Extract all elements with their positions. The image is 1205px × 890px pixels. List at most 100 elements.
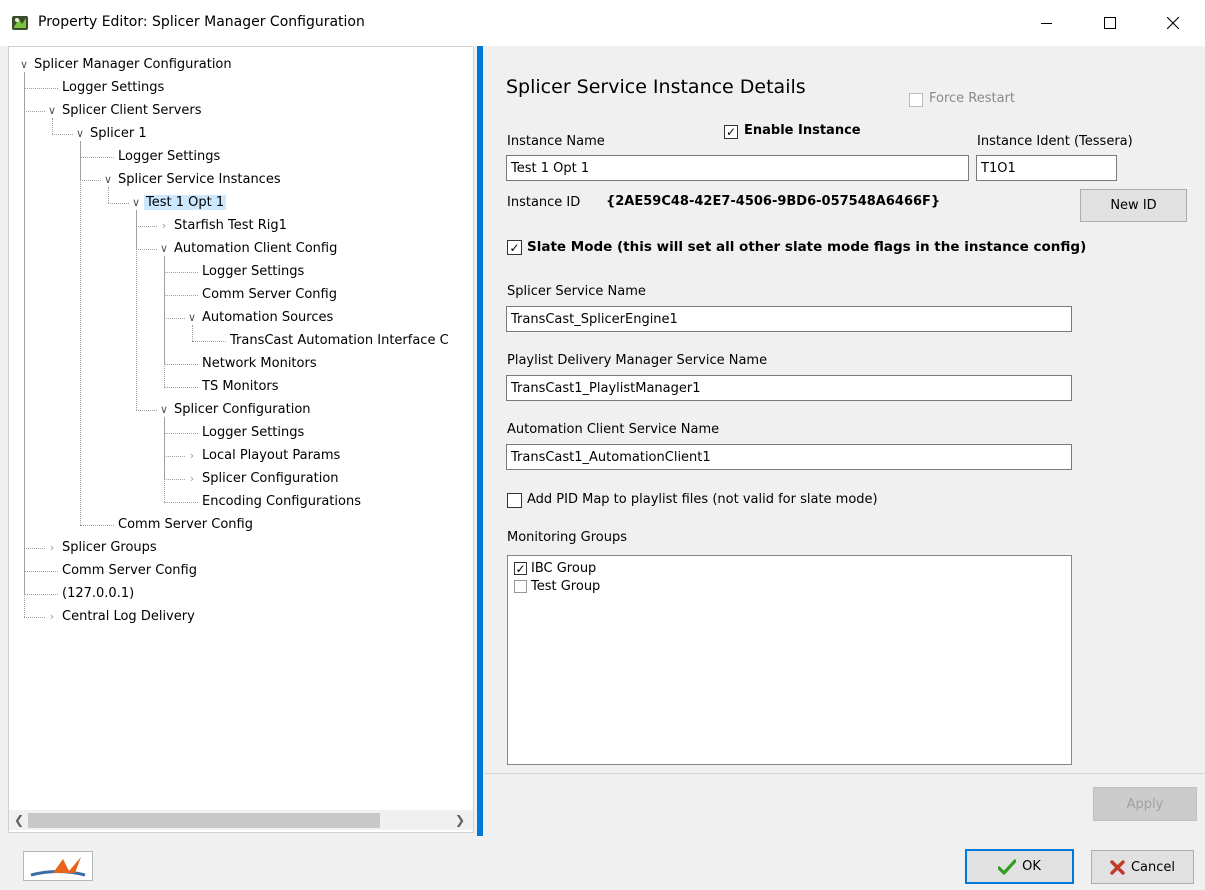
tree-connector-line: [80, 157, 114, 158]
tree-item-splicer-groups[interactable]: › Splicer Groups: [50, 537, 159, 559]
tree-connector-line: [164, 318, 185, 319]
tree-item-comm-server-config[interactable]: Comm Server Config: [116, 514, 255, 536]
force-restart-checkbox[interactable]: [909, 93, 923, 107]
collapse-arrow-icon[interactable]: ∨: [159, 238, 169, 260]
details-divider: [484, 773, 1205, 774]
tree-item-label: Splicer Configuration: [202, 471, 339, 486]
minimize-icon: [1041, 23, 1052, 24]
tree-item-label: TS Monitors: [202, 379, 279, 394]
tree-item-central-log-delivery[interactable]: › Central Log Delivery: [50, 606, 197, 628]
tree-item-splicer-client-servers[interactable]: ∨ Splicer Client Servers: [48, 100, 204, 122]
expand-arrow-icon[interactable]: ›: [47, 537, 57, 559]
cancel-x-icon: [1110, 859, 1125, 875]
scroll-right-icon[interactable]: ❯: [452, 812, 468, 828]
tree-item-encoding-configurations[interactable]: Encoding Configurations: [200, 491, 363, 513]
app-logo-icon: [12, 16, 28, 30]
tree-item-local-playout-params[interactable]: › Local Playout Params: [190, 445, 342, 467]
tree-item-splicer-configuration[interactable]: › Splicer Configuration: [190, 468, 341, 490]
collapse-arrow-icon[interactable]: ∨: [187, 307, 197, 329]
slate-mode-checkbox[interactable]: ✓: [507, 240, 522, 255]
instance-ident-label: Instance Ident (Tessera): [977, 134, 1133, 149]
tree-item-splicer-configuration[interactable]: ∨ Splicer Configuration: [160, 399, 313, 421]
monitoring-groups-list[interactable]: ✓ IBC Group Test Group: [507, 555, 1072, 765]
pid-map-checkbox[interactable]: [507, 493, 522, 508]
tree-connector-line: [164, 272, 198, 273]
ok-button[interactable]: OK: [965, 849, 1074, 884]
tree-item-label: TransCast Automation Interface C: [230, 333, 449, 348]
apply-button[interactable]: Apply: [1093, 787, 1197, 821]
instance-name-input[interactable]: [506, 155, 969, 181]
window-title: Property Editor: Splicer Manager Configu…: [38, 14, 365, 30]
automation-client-label: Automation Client Service Name: [507, 422, 720, 437]
tree-item-automation-sources[interactable]: ∨ Automation Sources: [188, 307, 335, 329]
collapse-arrow-icon[interactable]: ∨: [75, 123, 85, 145]
tree-connector-line: [24, 617, 45, 618]
tree-connector-line: [164, 479, 185, 480]
tree-item-label: (127.0.0.1): [62, 586, 135, 601]
tree-item-label: Comm Server Config: [62, 563, 197, 578]
playlist-delivery-input[interactable]: [506, 375, 1072, 401]
splicer-service-name-input[interactable]: [506, 306, 1072, 332]
tree-item-comm-server-config[interactable]: Comm Server Config: [60, 560, 199, 582]
tree-connector-line: [164, 502, 198, 503]
tree-connector-line: [164, 256, 165, 387]
minimize-button[interactable]: [1024, 0, 1070, 46]
collapse-arrow-icon[interactable]: ∨: [19, 54, 29, 76]
tree-connector-line: [80, 525, 114, 526]
collapse-arrow-icon[interactable]: ∨: [131, 192, 141, 214]
tree-item-transcast-automation-interface-c[interactable]: TransCast Automation Interface C: [228, 330, 451, 352]
monitoring-groups-label: Monitoring Groups: [507, 530, 628, 545]
new-id-button[interactable]: New ID: [1080, 189, 1187, 222]
monitoring-group-checkbox[interactable]: ✓: [514, 562, 527, 575]
tree-connector-line: [164, 433, 198, 434]
enable-instance-checkbox[interactable]: ✓: [724, 125, 738, 139]
tree-connector-line: [24, 594, 58, 595]
checkmark-icon: [998, 858, 1017, 875]
collapse-arrow-icon[interactable]: ∨: [103, 169, 113, 191]
tree-item-network-monitors[interactable]: Network Monitors: [200, 353, 319, 375]
tree-item-logger-settings[interactable]: Logger Settings: [200, 261, 306, 283]
automation-client-input[interactable]: [506, 444, 1072, 470]
tree-item-automation-client-config[interactable]: ∨ Automation Client Config: [160, 238, 339, 260]
tree-item-starfish-test-rig1[interactable]: › Starfish Test Rig1: [162, 215, 289, 237]
expand-arrow-icon[interactable]: ›: [47, 606, 57, 628]
collapse-arrow-icon[interactable]: ∨: [159, 399, 169, 421]
tree-connector-line: [24, 88, 58, 89]
tree-item-logger-settings[interactable]: Logger Settings: [60, 77, 166, 99]
tree-item-ts-monitors[interactable]: TS Monitors: [200, 376, 281, 398]
scrollbar-thumb[interactable]: [28, 813, 380, 828]
tree-item-comm-server-config[interactable]: Comm Server Config: [200, 284, 339, 306]
panel-splitter[interactable]: [477, 46, 483, 836]
tree-item-test-1-opt-1[interactable]: ∨ Test 1 Opt 1: [132, 192, 227, 214]
instance-id-value: {2AE59C48-42E7-4506-9BD6-057548A6466F}: [606, 194, 941, 209]
tree-item-label: Logger Settings: [202, 264, 305, 279]
expand-arrow-icon[interactable]: ›: [159, 215, 169, 237]
playlist-delivery-label: Playlist Delivery Manager Service Name: [507, 353, 768, 368]
tree-item-label: Network Monitors: [202, 356, 317, 371]
cancel-button[interactable]: Cancel: [1091, 850, 1194, 884]
tree-item-label: Splicer 1: [90, 126, 147, 141]
scroll-left-icon[interactable]: ❮: [11, 812, 27, 828]
tree-connector-line: [52, 134, 73, 135]
tree-item-logger-settings[interactable]: Logger Settings: [116, 146, 222, 168]
tree-item-127-0-0-1[interactable]: (127.0.0.1): [60, 583, 136, 605]
maximize-button[interactable]: [1087, 0, 1133, 46]
monitoring-group-checkbox[interactable]: [514, 580, 527, 593]
tree-connector-line: [136, 226, 157, 227]
pid-map-label: Add PID Map to playlist files (not valid…: [527, 492, 878, 507]
maximize-icon: [1104, 17, 1116, 29]
tree-connector-line: [108, 203, 129, 204]
expand-arrow-icon[interactable]: ›: [187, 468, 197, 490]
tree-item-splicer-1[interactable]: ∨ Splicer 1: [76, 123, 149, 145]
tree-item-splicer-manager-configuration[interactable]: ∨ Splicer Manager Configuration: [20, 54, 234, 76]
instance-ident-input[interactable]: [976, 155, 1117, 181]
tree-item-splicer-service-instances[interactable]: ∨ Splicer Service Instances: [104, 169, 283, 191]
cancel-label: Cancel: [1130, 859, 1176, 875]
config-tree[interactable]: ∨ Splicer Manager Configuration Logger Set…: [8, 46, 474, 833]
expand-arrow-icon[interactable]: ›: [187, 445, 197, 467]
collapse-arrow-icon[interactable]: ∨: [47, 100, 57, 122]
tree-item-label: Automation Sources: [202, 310, 334, 325]
close-button[interactable]: [1150, 0, 1196, 46]
tree-item-logger-settings[interactable]: Logger Settings: [200, 422, 306, 444]
tree-connector-line: [24, 111, 45, 112]
